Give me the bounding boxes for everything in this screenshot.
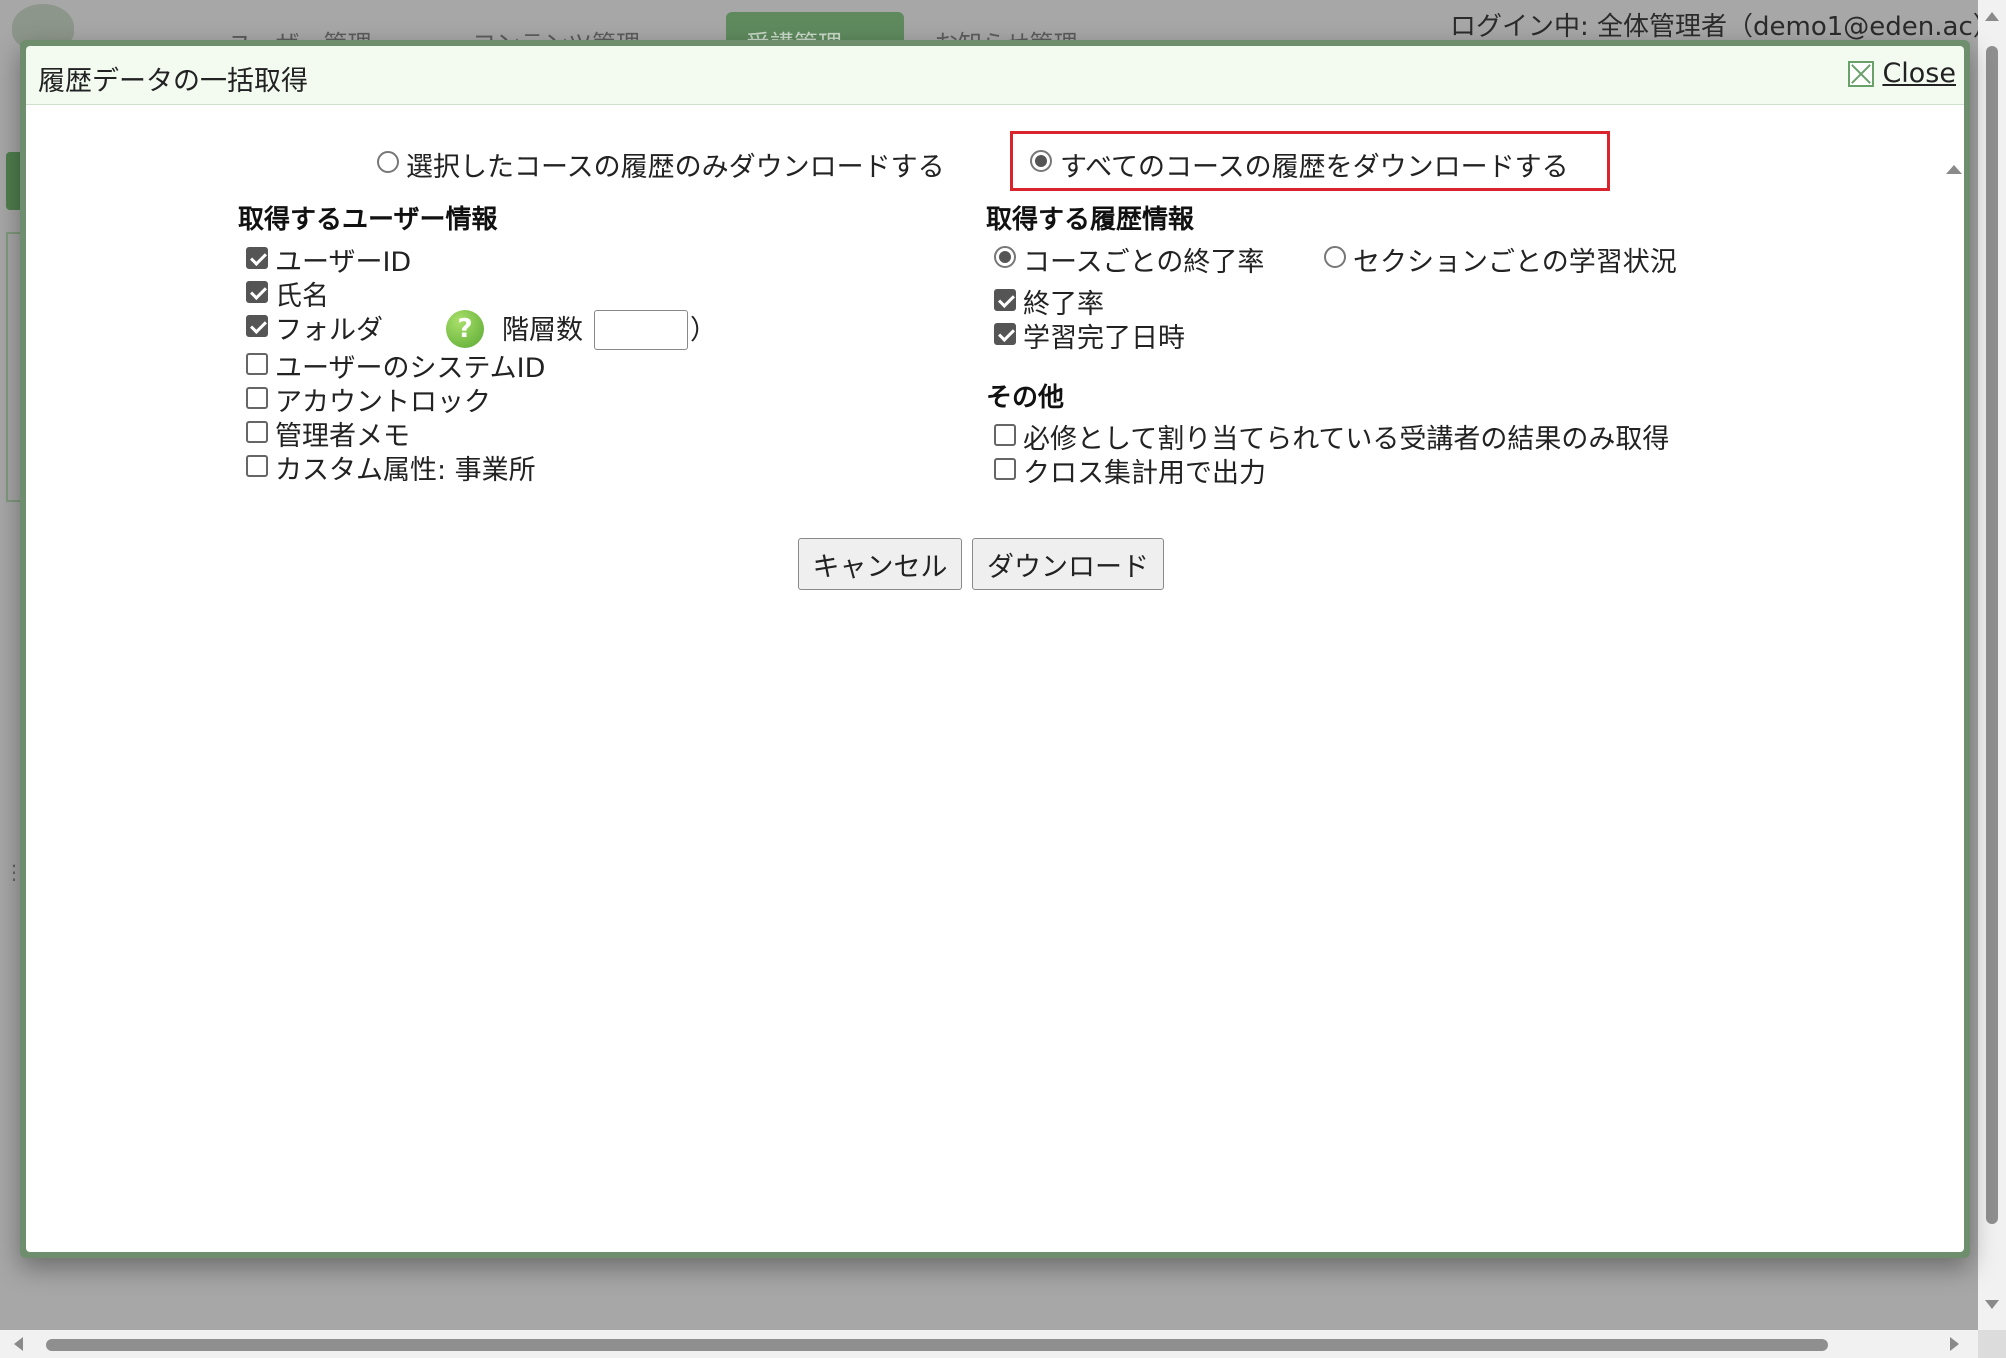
history-mode-label-course-rate: コースごとの終了率 [1023, 247, 1265, 278]
depth-label: 階層数 [502, 315, 583, 346]
user-info-heading: 取得するユーザー情報 [238, 205, 498, 235]
scroll-left-icon[interactable] [14, 1337, 23, 1351]
user-info-checkbox-user-id[interactable] [246, 247, 268, 269]
depth-input[interactable] [594, 310, 688, 350]
scope-label-all-courses: すべてのコースの履歴をダウンロードする [1060, 152, 1569, 183]
history-label-completion-date: 学習完了日時 [1023, 323, 1185, 354]
user-info-checkbox-account-lock[interactable] [246, 387, 268, 409]
vertical-scrollbar[interactable] [1978, 0, 2006, 1330]
user-info-checkbox-name[interactable] [246, 281, 268, 303]
other-checkbox-cross-tab[interactable] [994, 458, 1016, 480]
other-label-cross-tab: クロス集計用で出力 [1023, 458, 1266, 489]
history-mode-label-section-status: セクションごとの学習状況 [1353, 247, 1677, 278]
history-info-heading: 取得する履歴情報 [986, 205, 1195, 235]
history-checkbox-completion-date[interactable] [994, 323, 1016, 345]
horizontal-scroll-thumb[interactable] [46, 1339, 1828, 1351]
scroll-down-icon[interactable] [1985, 1300, 1999, 1309]
help-icon[interactable]: ? [446, 310, 484, 348]
scroll-right-icon[interactable] [1950, 1337, 1959, 1351]
other-checkbox-required-only[interactable] [994, 424, 1016, 446]
vertical-scroll-thumb[interactable] [1986, 46, 1998, 1224]
scroll-corner [1978, 1330, 2006, 1358]
user-info-label-custom-attr: カスタム属性: 事業所 [275, 455, 536, 486]
user-info-checkbox-admin-memo[interactable] [246, 421, 268, 443]
scope-radio-all-courses[interactable] [1030, 150, 1052, 172]
dialog-body: 選択したコースの履歴のみダウンロードする すべてのコースの履歴をダウンロードする… [26, 105, 1964, 1252]
history-mode-radio-section-status[interactable] [1324, 246, 1346, 268]
cancel-button[interactable]: キャンセル [798, 538, 962, 590]
user-info-checkbox-custom-attr[interactable] [246, 455, 268, 477]
history-mode-radio-course-rate[interactable] [994, 246, 1016, 268]
history-download-dialog: 履歴データの一括取得 Close 選択したコースの履歴のみダウンロードする すべ… [20, 40, 1970, 1258]
user-info-label-folder: フォルダ [275, 315, 383, 346]
dialog-scroll-up-icon[interactable] [1946, 165, 1962, 174]
user-info-checkbox-system-id[interactable] [246, 353, 268, 375]
scope-radio-selected-courses[interactable] [377, 151, 399, 173]
horizontal-scrollbar[interactable] [0, 1330, 1978, 1358]
other-heading: その他 [986, 383, 1065, 413]
scope-label-selected-courses: 選択したコースの履歴のみダウンロードする [406, 152, 945, 183]
history-checkbox-completion-rate[interactable] [994, 289, 1016, 311]
scroll-up-icon[interactable] [1985, 12, 1999, 21]
folder-paren-close: ） [690, 315, 717, 346]
close-icon[interactable] [1848, 60, 1875, 87]
user-info-checkbox-folder[interactable] [246, 315, 268, 337]
dialog-title: 履歴データの一括取得 [38, 66, 308, 97]
download-button[interactable]: ダウンロード [972, 538, 1164, 590]
close-label[interactable]: Close [1882, 58, 1956, 89]
close-button[interactable]: Close [1848, 58, 1956, 89]
dialog-titlebar: 履歴データの一括取得 Close [26, 46, 1964, 105]
login-status: ログイン中: 全体管理者（demo1@eden.ac） [1450, 12, 1978, 42]
